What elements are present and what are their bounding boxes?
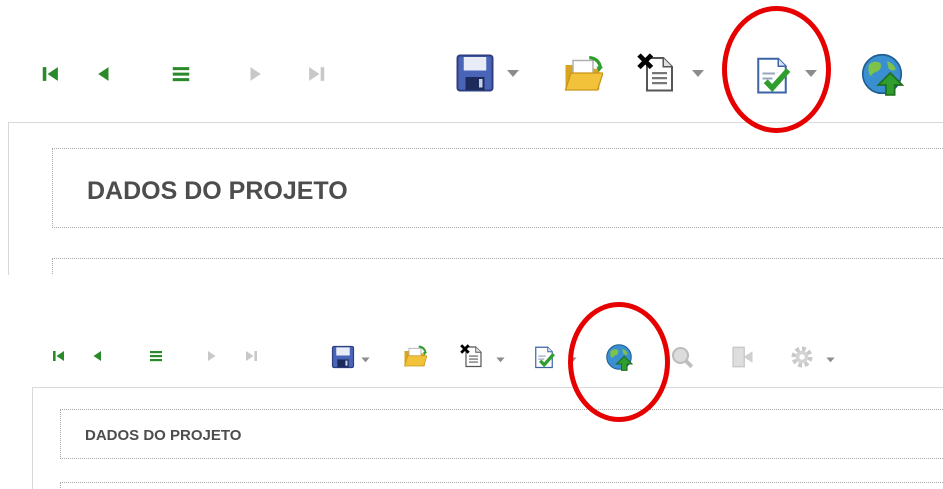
last-record-icon (243, 348, 259, 364)
save-dropdown-arrow[interactable] (360, 352, 371, 370)
chevron-down-icon (690, 65, 706, 81)
gear-icon (790, 345, 814, 369)
exit-button[interactable] (730, 345, 754, 369)
section-title: DADOS DO PROJETO (85, 427, 242, 444)
chevron-down-icon (803, 65, 819, 81)
open-folder-icon (563, 55, 603, 95)
list-icon (170, 63, 192, 85)
save-dropdown-arrow[interactable] (505, 65, 521, 86)
section-header-box: DADOS DO PROJETO (60, 409, 943, 459)
section-header-box: DADOS DO PROJETO (52, 148, 943, 228)
next-section-box (60, 482, 943, 489)
chevron-down-icon (505, 65, 521, 81)
new-document-button[interactable] (460, 344, 484, 368)
last-record-button[interactable] (243, 348, 259, 364)
settings-dropdown-arrow[interactable] (825, 352, 836, 370)
open-folder-icon (403, 345, 427, 369)
open-button[interactable] (403, 345, 427, 369)
toolbar-panel-zoomed: DADOS DO PROJETO (0, 0, 943, 275)
publish-globe-icon (860, 52, 904, 96)
approve-document-icon (752, 55, 792, 95)
previous-record-icon (92, 63, 114, 85)
publish-globe-icon (605, 343, 633, 371)
search-button[interactable] (670, 345, 694, 369)
chevron-down-icon (567, 354, 578, 365)
new-document-icon (460, 344, 484, 368)
open-button[interactable] (563, 55, 603, 95)
save-icon (455, 53, 495, 93)
next-record-button[interactable] (204, 348, 220, 364)
next-section-box (52, 258, 943, 275)
chevron-down-icon (360, 354, 371, 365)
previous-record-button[interactable] (92, 63, 114, 85)
chevron-down-icon (825, 354, 836, 365)
approve-document-icon (532, 345, 556, 369)
next-record-icon (204, 348, 220, 364)
first-record-icon (51, 348, 67, 364)
last-record-icon (305, 63, 327, 85)
new-document-dropdown-arrow[interactable] (495, 352, 506, 370)
save-button[interactable] (455, 53, 495, 93)
section-title: DADOS DO PROJETO (87, 177, 348, 205)
approve-document-button[interactable] (752, 55, 792, 95)
list-button[interactable] (148, 348, 164, 364)
approve-dropdown-arrow[interactable] (567, 352, 578, 370)
next-record-button[interactable] (245, 63, 267, 85)
new-document-icon (637, 53, 677, 93)
exit-icon (730, 345, 754, 369)
new-document-dropdown-arrow[interactable] (690, 65, 706, 86)
list-button[interactable] (170, 63, 192, 85)
list-icon (148, 348, 164, 364)
save-button[interactable] (331, 345, 355, 369)
last-record-button[interactable] (305, 63, 327, 85)
first-record-button[interactable] (40, 63, 62, 85)
publish-button[interactable] (605, 343, 633, 371)
chevron-down-icon (495, 354, 506, 365)
approve-document-button[interactable] (532, 345, 556, 369)
first-record-button[interactable] (51, 348, 67, 364)
next-record-icon (245, 63, 267, 85)
new-document-button[interactable] (637, 53, 677, 93)
approve-dropdown-arrow[interactable] (803, 65, 819, 86)
publish-button[interactable] (860, 52, 904, 96)
previous-record-button[interactable] (89, 348, 105, 364)
save-icon (331, 345, 355, 369)
toolbar-panel-normal: DADOS DO PROJETO (0, 300, 943, 489)
previous-record-icon (89, 348, 105, 364)
first-record-icon (40, 63, 62, 85)
settings-button[interactable] (790, 345, 814, 369)
search-icon (670, 345, 694, 369)
